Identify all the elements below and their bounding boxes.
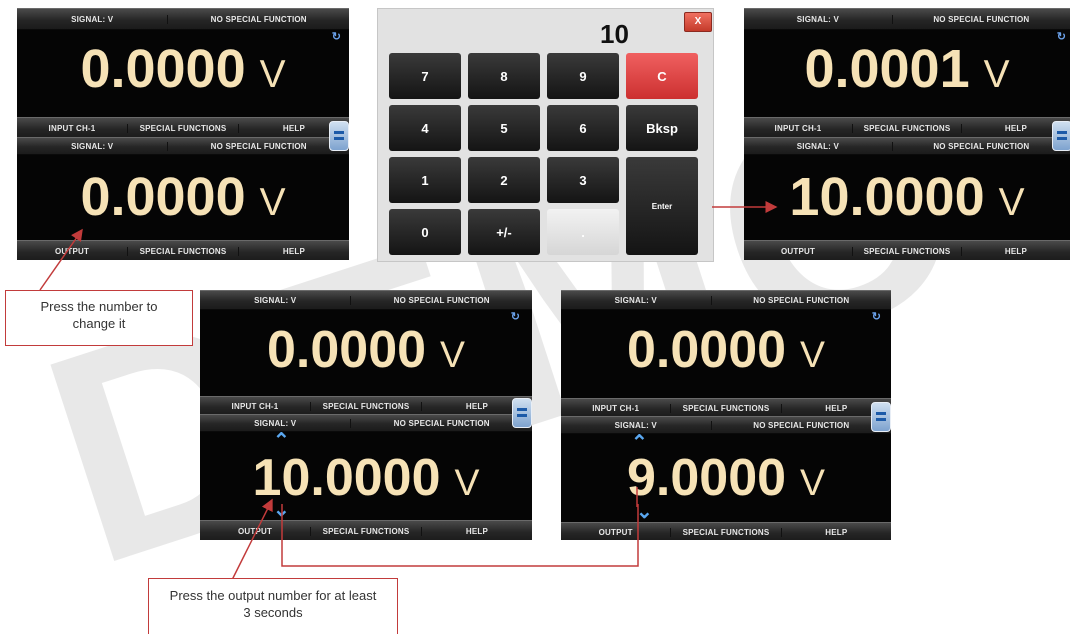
callout-press-output: Press the output number for at least 3 s… [148, 578, 398, 634]
arrow-number-line [39, 228, 83, 291]
bracket-line [281, 504, 639, 567]
arrow-output-line [231, 498, 273, 581]
callout-press-number: Press the number to change it [5, 290, 193, 346]
